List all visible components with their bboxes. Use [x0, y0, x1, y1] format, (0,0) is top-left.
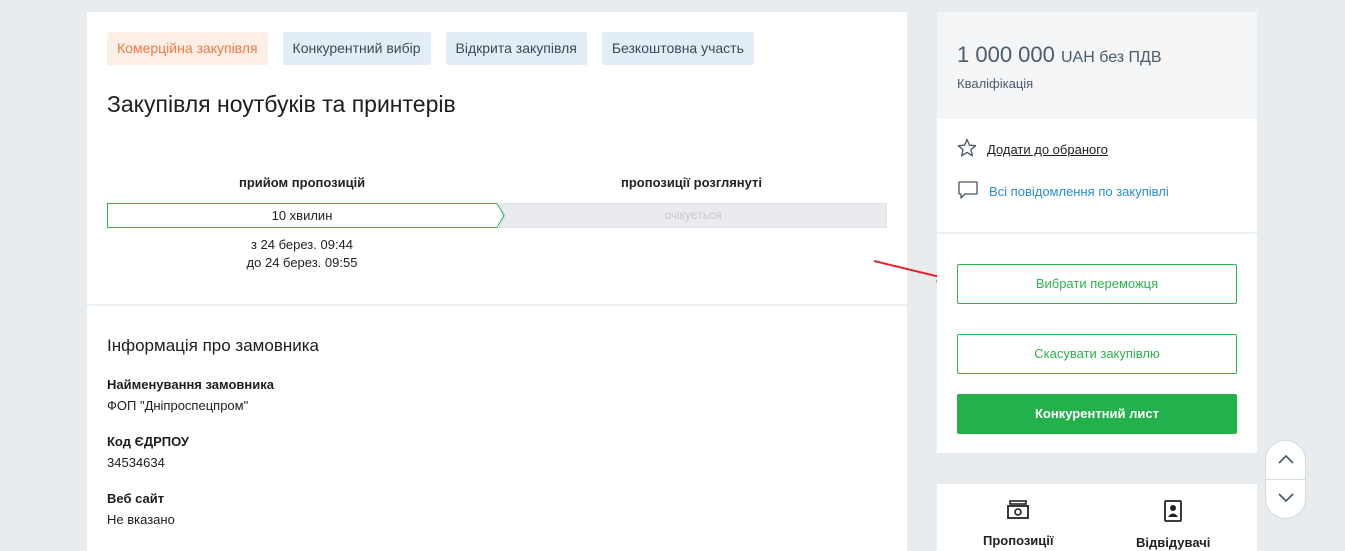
- customer-site-label: Веб сайт: [107, 491, 165, 506]
- date-from: з 24 берез. 09:44: [250, 237, 354, 252]
- tag-commercial[interactable]: Комерційна закупівля: [107, 32, 268, 65]
- money-icon: [1007, 500, 1030, 525]
- scroll-control: [1265, 440, 1306, 519]
- stage-bar-pending: очікується: [498, 202, 888, 229]
- stage-progress-bar: очікується 10 хвилин: [107, 202, 888, 229]
- add-to-favorites-label[interactable]: Додати до обраного: [987, 142, 1108, 157]
- tag-competitive-choice[interactable]: Конкурентний вибір: [282, 32, 431, 65]
- tender-side-card: 1 000 000 UAH без ПДВ Кваліфікація Додат…: [937, 12, 1257, 453]
- stage-dates: з 24 берез. 09:44 до 24 берез. 09:55: [107, 236, 497, 272]
- competitive-sheet-button[interactable]: Конкурентний лист: [957, 394, 1237, 434]
- chevron-down-icon: [1277, 490, 1294, 508]
- customer-site-field: Веб сайт Не вказано: [107, 490, 319, 528]
- price-box: 1 000 000 UAH без ПДВ Кваліфікація: [937, 12, 1257, 119]
- message-icon: [957, 180, 979, 203]
- procedure-stage: Кваліфікація: [957, 76, 1034, 91]
- visitor-icon: [1163, 500, 1183, 527]
- customer-name-value: ФОП "Дніпроспецпром": [107, 398, 249, 413]
- tab-visitors-label: Відвідувачі: [1136, 535, 1211, 550]
- customer-code-label: Код ЄДРПОУ: [107, 434, 189, 449]
- price-unit: UAH без ПДВ: [1061, 49, 1162, 66]
- price-value: 1 000 000: [957, 42, 1055, 67]
- customer-name-label: Найменування замовника: [107, 377, 274, 392]
- add-to-favorites-link[interactable]: Додати до обраного: [957, 138, 1108, 161]
- tab-proposals-label: Пропозиції: [983, 533, 1054, 548]
- stage-label-proposals: прийом пропозицій: [239, 175, 366, 190]
- scroll-down-button[interactable]: [1266, 480, 1305, 518]
- date-to: до 24 берез. 09:55: [246, 255, 358, 270]
- scroll-up-button[interactable]: [1266, 441, 1305, 479]
- customer-info: Інформація про замовника Найменування за…: [107, 336, 319, 547]
- choose-winner-button[interactable]: Вибрати переможця: [957, 264, 1237, 304]
- all-messages-link[interactable]: Всі повідомлення по закупівлі: [957, 180, 1169, 203]
- chevron-up-icon: [1277, 451, 1294, 469]
- stage-label-reviewed: пропозиції розглянуті: [621, 175, 763, 190]
- tag-open-procurement[interactable]: Відкрита закупівля: [445, 32, 587, 65]
- all-messages-label[interactable]: Всі повідомлення по закупівлі: [989, 184, 1169, 199]
- star-icon: [957, 138, 977, 161]
- customer-name-field: Найменування замовника ФОП "Дніпроспецпр…: [107, 376, 319, 414]
- section-divider: [87, 304, 907, 306]
- stage-bar-active-text: 10 хвилин: [271, 208, 333, 223]
- customer-code-value: 34534634: [107, 455, 165, 470]
- page-title: Закупівля ноутбуків та принтерів: [107, 91, 456, 117]
- customer-code-field: Код ЄДРПОУ 34534634: [107, 433, 319, 471]
- tab-visitors[interactable]: Відвідувачі: [1136, 500, 1210, 550]
- tender-tags: Комерційна закупівля Конкурентний вибір …: [107, 32, 754, 65]
- bottom-tabs-card: Пропозиції Відвідувачі: [937, 484, 1257, 551]
- cancel-tender-button[interactable]: Скасувати закупівлю: [957, 334, 1237, 374]
- stage-bar-pending-text: очікується: [664, 208, 722, 222]
- tender-main-card: Комерційна закупівля Конкурентний вибір …: [87, 12, 907, 551]
- price: 1 000 000 UAH без ПДВ: [957, 42, 1162, 68]
- tender-stages: прийом пропозицій пропозиції розглянуті …: [107, 175, 888, 270]
- tag-free-participation[interactable]: Безкоштовна участь: [601, 32, 754, 65]
- side-divider: [937, 232, 1257, 234]
- tab-proposals[interactable]: Пропозиції: [983, 500, 1054, 548]
- customer-section-title: Інформація про замовника: [107, 336, 320, 355]
- stage-bar-active: 10 хвилин: [107, 203, 505, 228]
- customer-site-value: Не вказано: [107, 512, 175, 527]
